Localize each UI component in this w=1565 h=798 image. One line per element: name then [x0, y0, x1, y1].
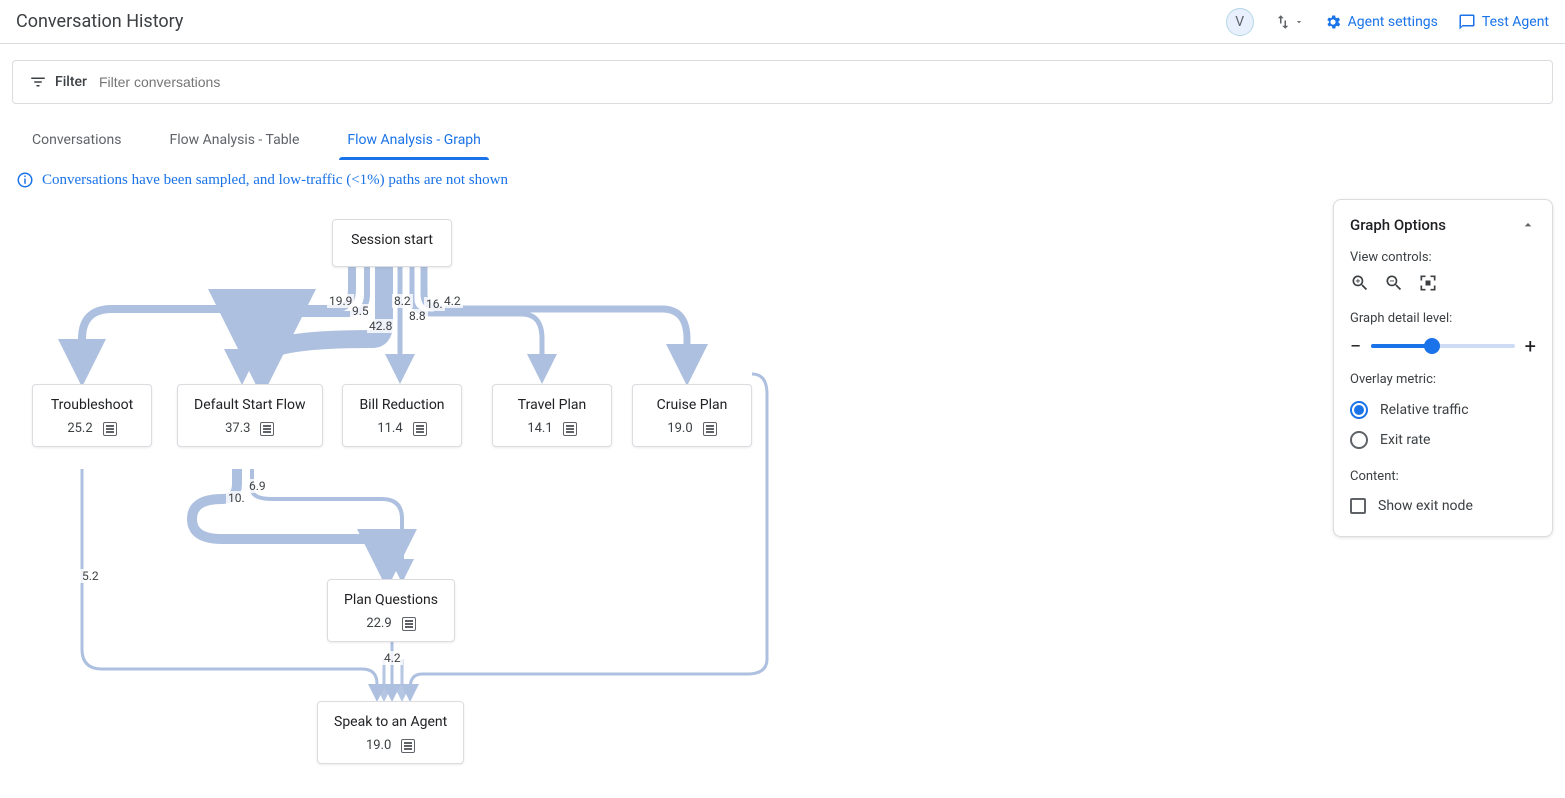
test-agent-button[interactable]: Test Agent: [1458, 13, 1549, 31]
overlay-metric-label: Overlay metric:: [1350, 372, 1536, 387]
info-icon: [16, 171, 34, 189]
tab-bar: Conversations Flow Analysis - Table Flow…: [0, 122, 1565, 161]
node-value: 37.3: [225, 421, 250, 436]
node-title: Speak to an Agent: [334, 714, 447, 730]
radio-relative-traffic[interactable]: Relative traffic: [1350, 395, 1536, 425]
radio-icon: [1350, 431, 1368, 449]
edge-label: 5.2: [80, 569, 101, 583]
edge-label: 9.5: [350, 304, 371, 318]
view-controls-label: View controls:: [1350, 250, 1536, 265]
graph-options-panel: Graph Options View controls: Graph detai…: [1333, 199, 1553, 537]
page-title: Conversation History: [16, 11, 183, 32]
zoom-in-button[interactable]: [1350, 273, 1370, 297]
node-value: 14.1: [527, 421, 552, 436]
radio-exit-rate[interactable]: Exit rate: [1350, 425, 1536, 455]
edge-label: 8.2: [392, 294, 413, 308]
flow-edges: [12, 199, 1553, 779]
node-cruise-plan[interactable]: Cruise Plan 19.0: [632, 384, 752, 447]
filter-input[interactable]: [99, 74, 1536, 90]
list-icon: [402, 617, 416, 631]
edge-label: 10.: [226, 491, 247, 505]
filter-bar: Filter: [12, 60, 1553, 104]
node-value: 19.0: [667, 421, 692, 436]
list-icon: [103, 422, 117, 436]
filter-icon: [29, 73, 47, 91]
detail-increase-button[interactable]: +: [1525, 334, 1536, 358]
edge-label: 6.9: [247, 479, 268, 493]
agent-settings-button[interactable]: Agent settings: [1324, 13, 1438, 31]
tab-flow-analysis-table[interactable]: Flow Analysis - Table: [161, 122, 307, 160]
list-icon: [401, 739, 415, 753]
chevron-down-icon: [1294, 17, 1304, 27]
tab-flow-analysis-graph[interactable]: Flow Analysis - Graph: [339, 122, 489, 160]
node-plan-questions[interactable]: Plan Questions 22.9: [327, 579, 455, 642]
node-title: Plan Questions: [344, 592, 438, 608]
list-icon: [260, 422, 274, 436]
node-value: 25.2: [67, 421, 92, 436]
checkbox-icon: [1350, 498, 1366, 514]
node-title: Session start: [349, 232, 435, 248]
edge-label: 4.2: [382, 651, 403, 665]
graph-canvas-wrap: Session start Troubleshoot 25.2 Default …: [12, 199, 1553, 779]
top-actions: V Agent settings Test Agent: [1226, 8, 1549, 36]
list-icon: [563, 422, 577, 436]
node-title: Troubleshoot: [49, 397, 135, 413]
detail-level-label: Graph detail level:: [1350, 311, 1536, 326]
node-value: 22.9: [366, 616, 391, 631]
list-icon: [703, 422, 717, 436]
node-title: Travel Plan: [509, 397, 595, 413]
node-session-start[interactable]: Session start: [332, 219, 452, 267]
options-header[interactable]: Graph Options: [1350, 216, 1536, 234]
chevron-up-icon: [1520, 217, 1536, 233]
avatar[interactable]: V: [1226, 8, 1254, 36]
publish-menu[interactable]: [1274, 13, 1304, 31]
node-troubleshoot[interactable]: Troubleshoot 25.2: [32, 384, 152, 447]
fit-screen-button[interactable]: [1418, 273, 1438, 297]
list-icon: [413, 422, 427, 436]
node-bill-reduction[interactable]: Bill Reduction 11.4: [342, 384, 462, 447]
node-title: Default Start Flow: [194, 397, 306, 413]
node-travel-plan[interactable]: Travel Plan 14.1: [492, 384, 612, 447]
detail-decrease-button[interactable]: −: [1350, 334, 1361, 358]
agent-settings-label: Agent settings: [1348, 14, 1438, 30]
swap-vert-icon: [1274, 13, 1292, 31]
filter-label: Filter: [29, 73, 87, 91]
node-value: 19.0: [366, 738, 391, 753]
node-title: Bill Reduction: [359, 397, 445, 413]
radio-icon: [1350, 401, 1368, 419]
edge-label: 42.8: [367, 319, 394, 333]
node-value: 11.4: [377, 421, 402, 436]
tab-conversations[interactable]: Conversations: [24, 122, 129, 160]
node-title: Cruise Plan: [649, 397, 735, 413]
node-speak-to-agent[interactable]: Speak to an Agent 19.0: [317, 701, 464, 764]
zoom-out-button[interactable]: [1384, 273, 1404, 297]
node-default-start-flow[interactable]: Default Start Flow 37.3: [177, 384, 323, 447]
top-bar: Conversation History V Agent settings Te…: [0, 0, 1565, 44]
edge-label: 8.8: [407, 309, 428, 323]
edge-label: 4.2: [442, 294, 463, 308]
gear-icon: [1324, 13, 1342, 31]
checkbox-show-exit-node[interactable]: Show exit node: [1350, 492, 1536, 520]
detail-slider[interactable]: [1371, 344, 1514, 348]
sampling-notice: Conversations have been sampled, and low…: [0, 161, 1565, 199]
test-agent-label: Test Agent: [1482, 14, 1549, 30]
content-label: Content:: [1350, 469, 1536, 484]
chat-icon: [1458, 13, 1476, 31]
